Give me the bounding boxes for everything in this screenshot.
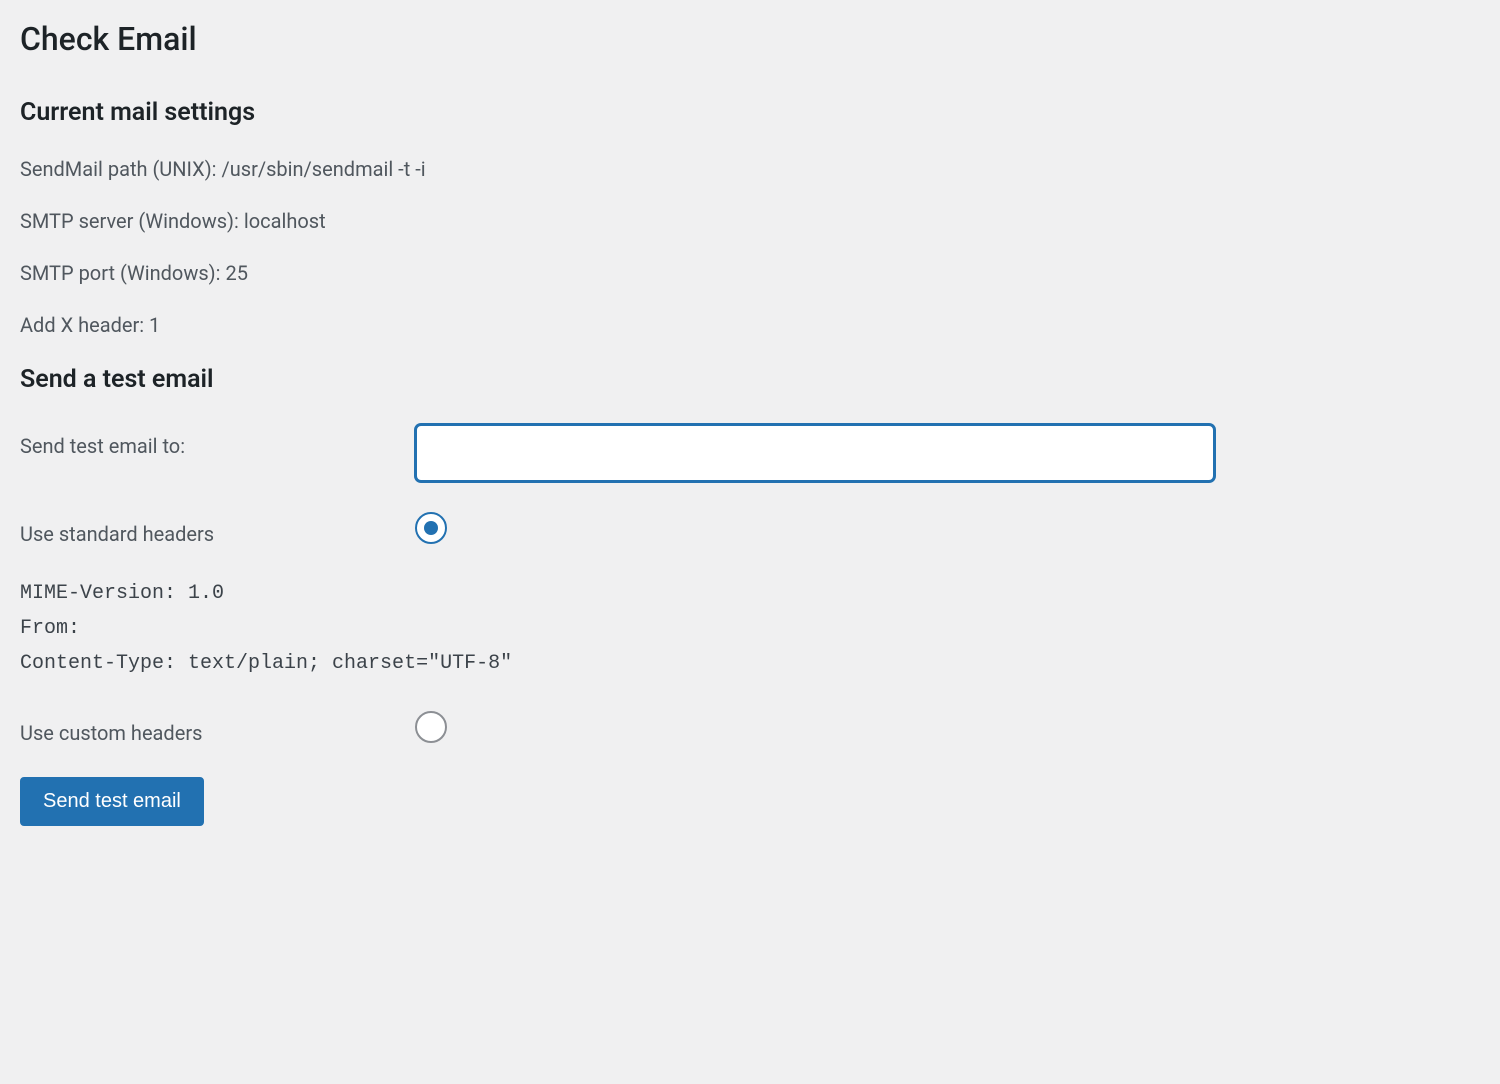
setting-label: SMTP port (Windows):: [20, 261, 221, 285]
setting-smtp-port: SMTP port (Windows): 25: [20, 261, 1480, 285]
section-heading-current-settings: Current mail settings: [20, 98, 1480, 127]
row-send-to: Send test email to:: [20, 424, 1480, 482]
send-to-label: Send test email to:: [20, 424, 415, 458]
custom-headers-radio[interactable]: [415, 711, 447, 743]
setting-value: 25: [225, 261, 247, 285]
setting-label: SendMail path (UNIX):: [20, 157, 217, 181]
custom-headers-label: Use custom headers: [20, 711, 415, 745]
page-title: Check Email: [20, 20, 1480, 58]
setting-value: 1: [149, 313, 160, 337]
setting-label: SMTP server (Windows):: [20, 209, 239, 233]
send-to-input[interactable]: [415, 424, 1215, 482]
setting-smtp-server: SMTP server (Windows): localhost: [20, 209, 1480, 233]
setting-value: /usr/sbin/sendmail -t -i: [221, 157, 425, 181]
setting-label: Add X header:: [20, 313, 144, 337]
setting-value: localhost: [244, 209, 326, 233]
setting-sendmail-path: SendMail path (UNIX): /usr/sbin/sendmail…: [20, 157, 1480, 181]
send-test-email-button[interactable]: Send test email: [20, 777, 204, 826]
section-heading-send-test: Send a test email: [20, 365, 1480, 394]
setting-add-x-header: Add X header: 1: [20, 313, 1480, 337]
standard-headers-radio[interactable]: [415, 512, 447, 544]
standard-headers-preview: MIME-Version: 1.0 From: Content-Type: te…: [20, 576, 1480, 681]
standard-headers-label: Use standard headers: [20, 512, 415, 546]
current-settings-list: SendMail path (UNIX): /usr/sbin/sendmail…: [20, 157, 1480, 337]
row-standard-headers: Use standard headers: [20, 512, 1480, 546]
row-custom-headers: Use custom headers: [20, 711, 1480, 747]
